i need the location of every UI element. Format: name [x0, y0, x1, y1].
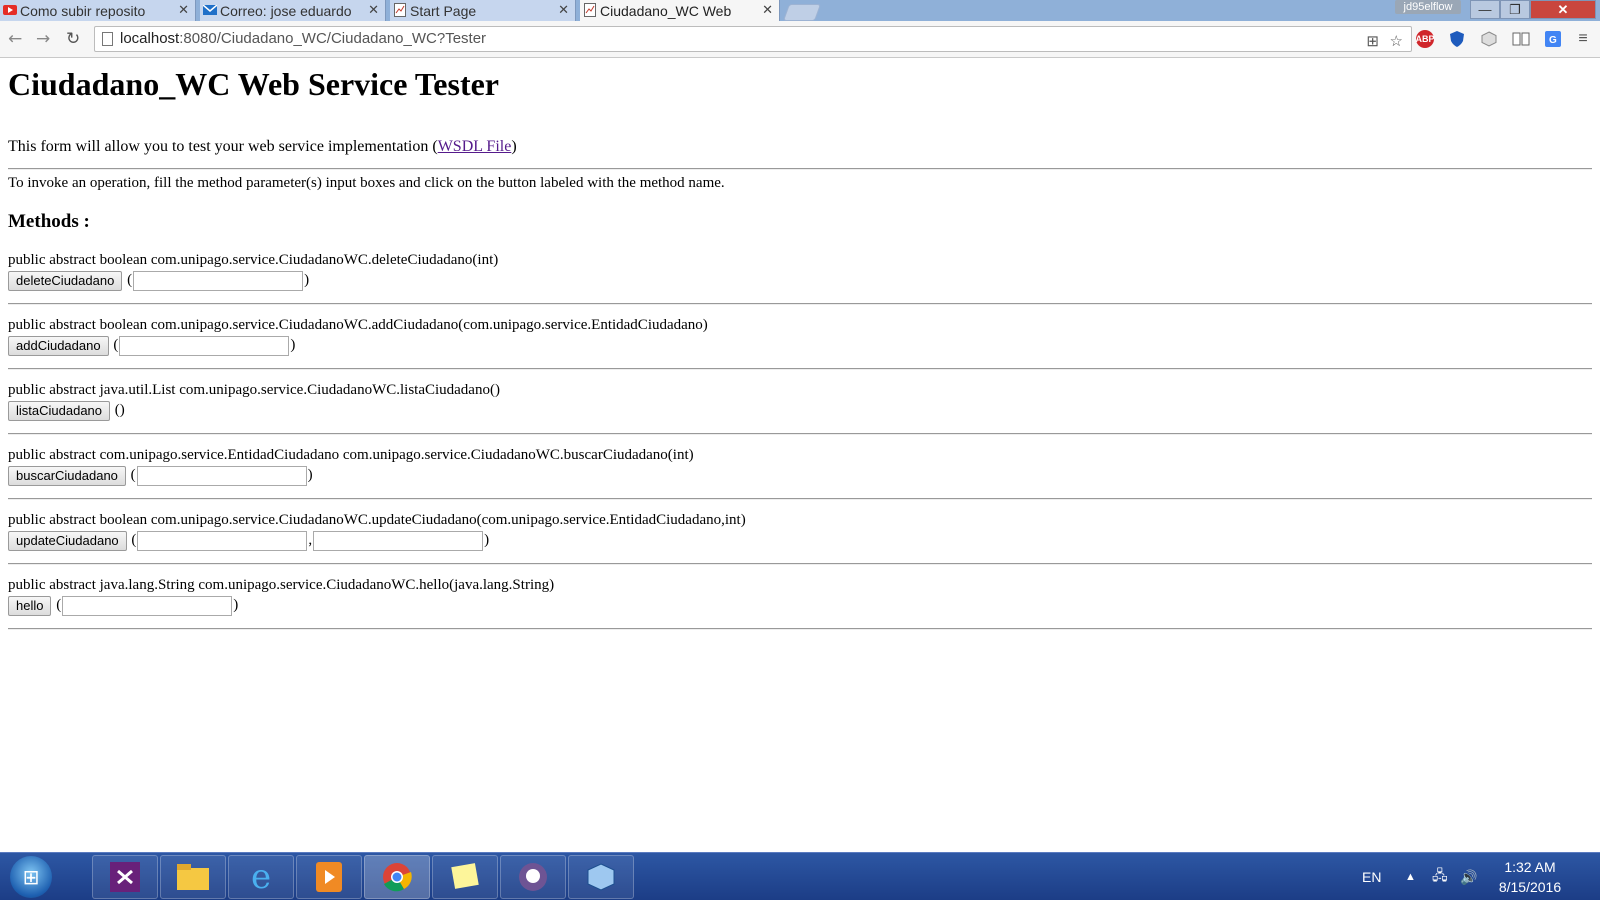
- url-path: :8080/Ciudadano_WC/Ciudadano_WC?Tester: [179, 30, 487, 47]
- page-title: Ciudadano_WC Web Service Tester: [8, 66, 499, 102]
- method-update: public abstract boolean com.unipago.serv…: [8, 511, 1592, 551]
- bookmark-star-icon[interactable]: ☆: [1390, 30, 1403, 54]
- close-icon[interactable]: ✕: [368, 2, 379, 18]
- url-host: localhost: [120, 30, 180, 47]
- tab-mail[interactable]: Correo: jose eduardo ✕: [200, 0, 386, 21]
- method-delete: public abstract boolean com.unipago.serv…: [8, 251, 1592, 291]
- tab-title: Como subir reposito: [20, 2, 146, 19]
- method-signature: public abstract boolean com.unipago.serv…: [8, 512, 746, 528]
- virtualbox-icon[interactable]: [568, 855, 634, 899]
- reader-icon[interactable]: [1512, 30, 1530, 48]
- hello-param-input[interactable]: [62, 595, 233, 616]
- tab-start-page[interactable]: Start Page ✕: [390, 0, 576, 21]
- new-tab-button[interactable]: [782, 4, 822, 21]
- clock-time: 1:32 AM: [1504, 859, 1556, 875]
- method-signature: public abstract java.lang.String com.uni…: [8, 577, 555, 593]
- divider: [8, 498, 1592, 500]
- menu-icon[interactable]: ≡: [1574, 30, 1592, 48]
- translate-page-icon[interactable]: ⊞: [1366, 30, 1379, 54]
- divider: [8, 628, 1592, 630]
- close-window-button[interactable]: ✕: [1530, 0, 1596, 19]
- abp-label: ABP: [1415, 34, 1435, 44]
- close-icon[interactable]: ✕: [178, 2, 189, 18]
- page-icon: [393, 3, 407, 17]
- method-list: public abstract java.util.List com.unipa…: [8, 381, 1592, 421]
- file-explorer-icon[interactable]: [160, 855, 226, 899]
- close-icon[interactable]: ✕: [762, 2, 773, 18]
- user-badge[interactable]: jd95elflow: [1395, 0, 1461, 14]
- clock[interactable]: 1:32 AM 8/15/2016: [1480, 857, 1580, 897]
- clock-date: 8/15/2016: [1498, 879, 1562, 895]
- network-icon[interactable]: 🖧: [1432, 853, 1448, 901]
- volume-icon[interactable]: 🔊: [1460, 853, 1477, 901]
- windows-logo-icon: ⊞: [22, 865, 40, 889]
- media-player-icon[interactable]: [296, 855, 362, 899]
- maximize-button[interactable]: ❐: [1500, 0, 1530, 19]
- translate-icon[interactable]: G: [1544, 30, 1562, 48]
- buscar-ciudadano-button[interactable]: buscarCiudadano: [8, 465, 126, 486]
- update-param2-input[interactable]: [313, 530, 484, 551]
- back-arrow-icon[interactable]: ←: [8, 29, 22, 49]
- add-param-input[interactable]: [119, 335, 290, 356]
- tab-ciudadano-active[interactable]: Ciudadano_WC Web ✕: [580, 0, 780, 21]
- minimize-button[interactable]: —: [1470, 0, 1500, 19]
- divider: [8, 563, 1592, 565]
- taskbar: ⊞ e EN ▲ 🖧 🔊 1:32 AM 8/15/2016: [0, 852, 1600, 900]
- tab-title: Correo: jose eduardo: [220, 2, 352, 19]
- delete-ciudadano-button[interactable]: deleteCiudadano: [8, 270, 123, 291]
- methods-heading: Methods :: [8, 211, 90, 232]
- add-ciudadano-button[interactable]: addCiudadano: [8, 335, 109, 356]
- tab-title: Start Page: [410, 2, 477, 19]
- start-button[interactable]: ⊞: [10, 856, 52, 898]
- divider: [8, 168, 1592, 170]
- tab-strip: Como subir reposito ✕ Correo: jose eduar…: [0, 0, 1600, 21]
- update-ciudadano-button[interactable]: updateCiudadano: [8, 530, 127, 551]
- method-signature: public abstract java.util.List com.unipa…: [8, 382, 500, 398]
- internet-explorer-icon[interactable]: e: [228, 855, 294, 899]
- forward-arrow-icon[interactable]: →: [36, 29, 50, 49]
- method-signature: public abstract com.unipago.service.Enti…: [8, 447, 694, 463]
- method-buscar: public abstract com.unipago.service.Enti…: [8, 446, 1592, 486]
- update-param1-input[interactable]: [137, 530, 308, 551]
- divider: [8, 368, 1592, 370]
- tab-title: Ciudadano_WC Web: [600, 2, 732, 19]
- youtube-icon: [3, 3, 17, 17]
- sticky-notes-icon[interactable]: [432, 855, 498, 899]
- invoke-instructions: To invoke an operation, fill the method …: [8, 175, 725, 191]
- page-icon: [102, 32, 113, 46]
- tab-youtube[interactable]: Como subir reposito ✕: [0, 0, 196, 21]
- delete-param-input[interactable]: [133, 270, 304, 291]
- divider: [8, 303, 1592, 305]
- buscar-param-input[interactable]: [136, 465, 307, 486]
- divider: [8, 433, 1592, 435]
- lista-ciudadano-button[interactable]: listaCiudadano: [8, 400, 111, 421]
- github-icon[interactable]: [500, 855, 566, 899]
- cube-icon[interactable]: [1480, 30, 1498, 48]
- method-add: public abstract boolean com.unipago.serv…: [8, 316, 1592, 356]
- hello-button[interactable]: hello: [8, 595, 52, 616]
- intro-text: This form will allow you to test your we…: [8, 138, 517, 156]
- browser-toolbar: ← → ↻ localhost:8080/Ciudadano_WC/Ciudad…: [0, 21, 1600, 58]
- method-hello: public abstract java.lang.String com.uni…: [8, 576, 1592, 616]
- intro-label: This form will allow you to test your we…: [8, 138, 438, 155]
- method-signature: public abstract boolean com.unipago.serv…: [8, 252, 499, 268]
- address-bar[interactable]: localhost:8080/Ciudadano_WC/Ciudadano_WC…: [94, 26, 1412, 52]
- intro-close: ): [511, 138, 517, 155]
- show-hidden-icons[interactable]: ▲: [1405, 853, 1416, 901]
- reload-icon[interactable]: ↻: [66, 29, 80, 49]
- page-icon: [583, 3, 597, 17]
- wsdl-link[interactable]: WSDL File: [438, 138, 512, 155]
- svg-text:G: G: [1549, 35, 1557, 46]
- visual-studio-icon[interactable]: [92, 855, 158, 899]
- method-signature: public abstract boolean com.unipago.serv…: [8, 317, 708, 333]
- shield-icon[interactable]: [1448, 30, 1466, 48]
- language-indicator[interactable]: EN: [1362, 853, 1381, 901]
- abp-icon[interactable]: ABP: [1415, 30, 1435, 48]
- chrome-icon[interactable]: [364, 855, 430, 899]
- mail-icon: [203, 3, 217, 17]
- close-icon[interactable]: ✕: [558, 2, 569, 18]
